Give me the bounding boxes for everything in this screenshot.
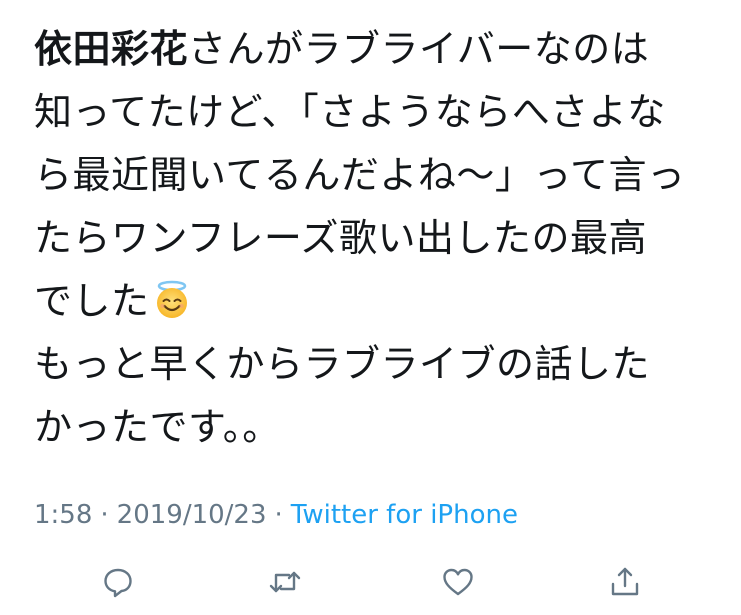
tweet-text: 依田彩花さんがラブライバーなのは 知ってたけど、「さようならへさよな ら最近聞い… [34,18,724,459]
share-icon [611,567,639,596]
meta-separator: · [274,500,283,530]
tweet-line-7: かったです。。 [34,396,724,459]
retweet-button[interactable] [265,562,305,602]
tweet: 依田彩花さんがラブライバーなのは 知ってたけど、「さようならへさよな ら最近聞い… [0,0,741,615]
tweet-line-text: かったです。。 [34,405,281,449]
tweet-source-link[interactable]: Twitter for iPhone [291,500,518,530]
reply-button[interactable] [98,562,138,602]
reply-icon [104,568,132,598]
tweet-line-3: ら最近聞いてるんだよね〜」って言っ [34,144,724,207]
tweet-line-6: もっと早くからラブライブの話した [34,333,724,396]
mentioned-name: 依田彩花 [34,27,189,71]
tweet-actions [0,562,741,602]
tweet-time[interactable]: 1:58 [34,500,92,530]
tweet-meta: 1:58 · 2019/10/23 · Twitter for iPhone [34,497,518,533]
tweet-line-5: でした [34,270,724,333]
tweet-line-4: たらワンフレーズ歌い出したの最高 [34,207,724,270]
tweet-line-2: 知ってたけど、「さようならへさよな [34,81,724,144]
tweet-line-text: もっと早くからラブライブの話した [34,342,651,386]
tweet-line-text: でした [34,279,150,323]
retweet-icon [269,571,301,593]
like-button[interactable] [438,562,478,602]
share-button[interactable] [605,562,645,602]
smiling-face-with-halo-icon [152,276,192,318]
tweet-line-1: 依田彩花さんがラブライバーなのは [34,18,724,81]
meta-separator: · [100,500,109,530]
tweet-line-text: さんがラブライバーなのは [188,27,650,71]
tweet-line-text: ら最近聞いてるんだよね〜」って言っ [34,153,686,197]
tweet-line-text: 知ってたけど、「さようならへさよな [34,90,666,134]
tweet-line-text: たらワンフレーズ歌い出したの最高 [34,216,647,260]
like-icon [443,568,473,596]
tweet-date[interactable]: 2019/10/23 [117,500,267,530]
